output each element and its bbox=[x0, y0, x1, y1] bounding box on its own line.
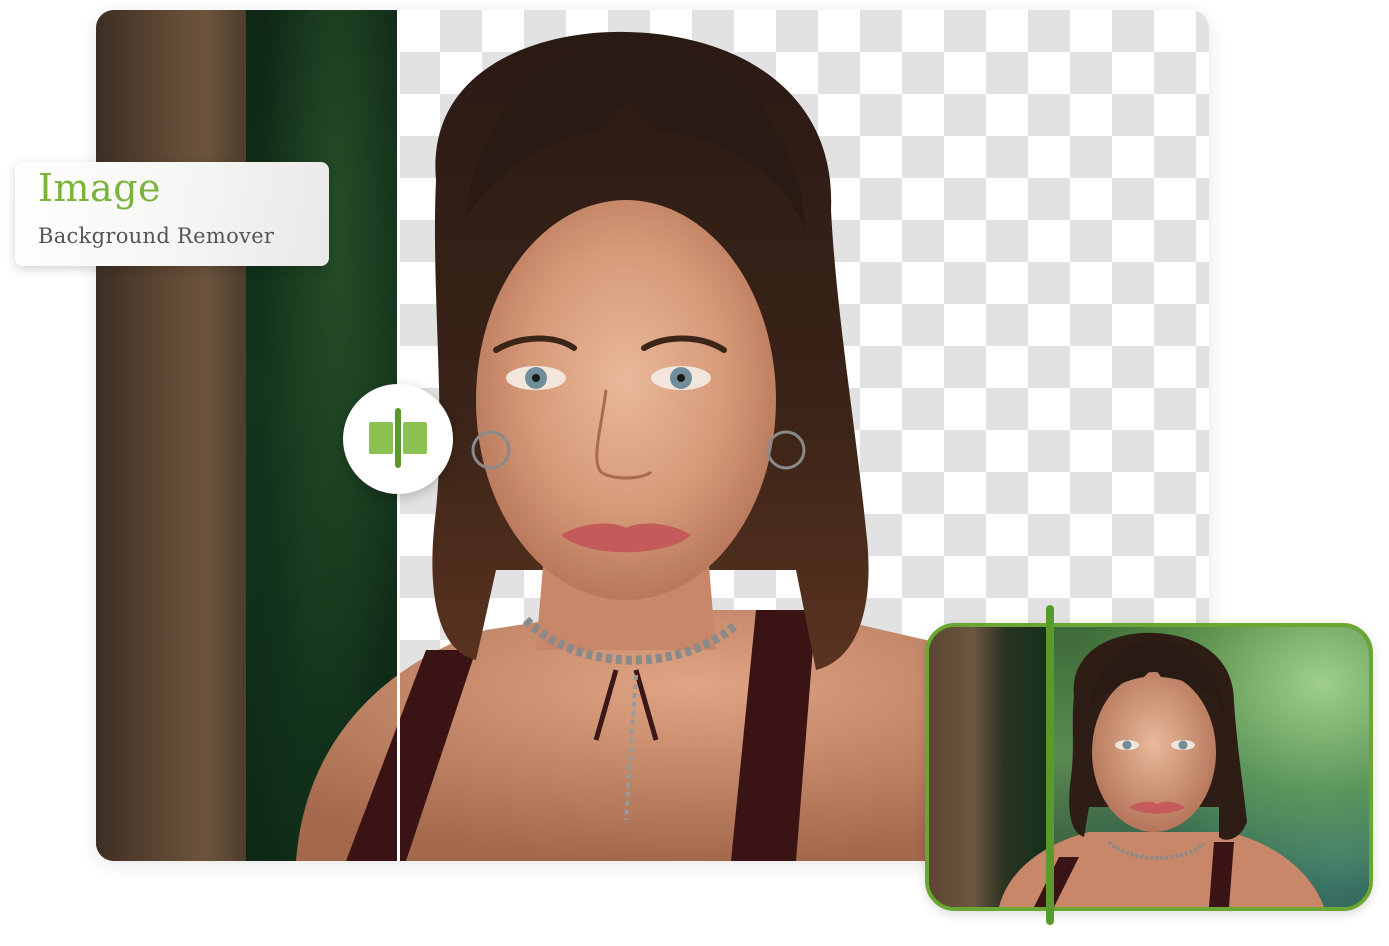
compare-slider-handle[interactable] bbox=[343, 384, 453, 494]
label-subtitle: Background Remover bbox=[38, 224, 275, 248]
compare-slider-icon bbox=[369, 408, 427, 468]
app-stage: Image Background Remover bbox=[0, 0, 1389, 946]
thumbnail-divider-line[interactable] bbox=[1046, 605, 1054, 925]
product-label-card: Image Background Remover bbox=[15, 162, 329, 266]
original-thumbnail[interactable] bbox=[925, 623, 1373, 911]
thumbnail-portrait bbox=[999, 632, 1324, 907]
label-title: Image bbox=[38, 166, 162, 210]
